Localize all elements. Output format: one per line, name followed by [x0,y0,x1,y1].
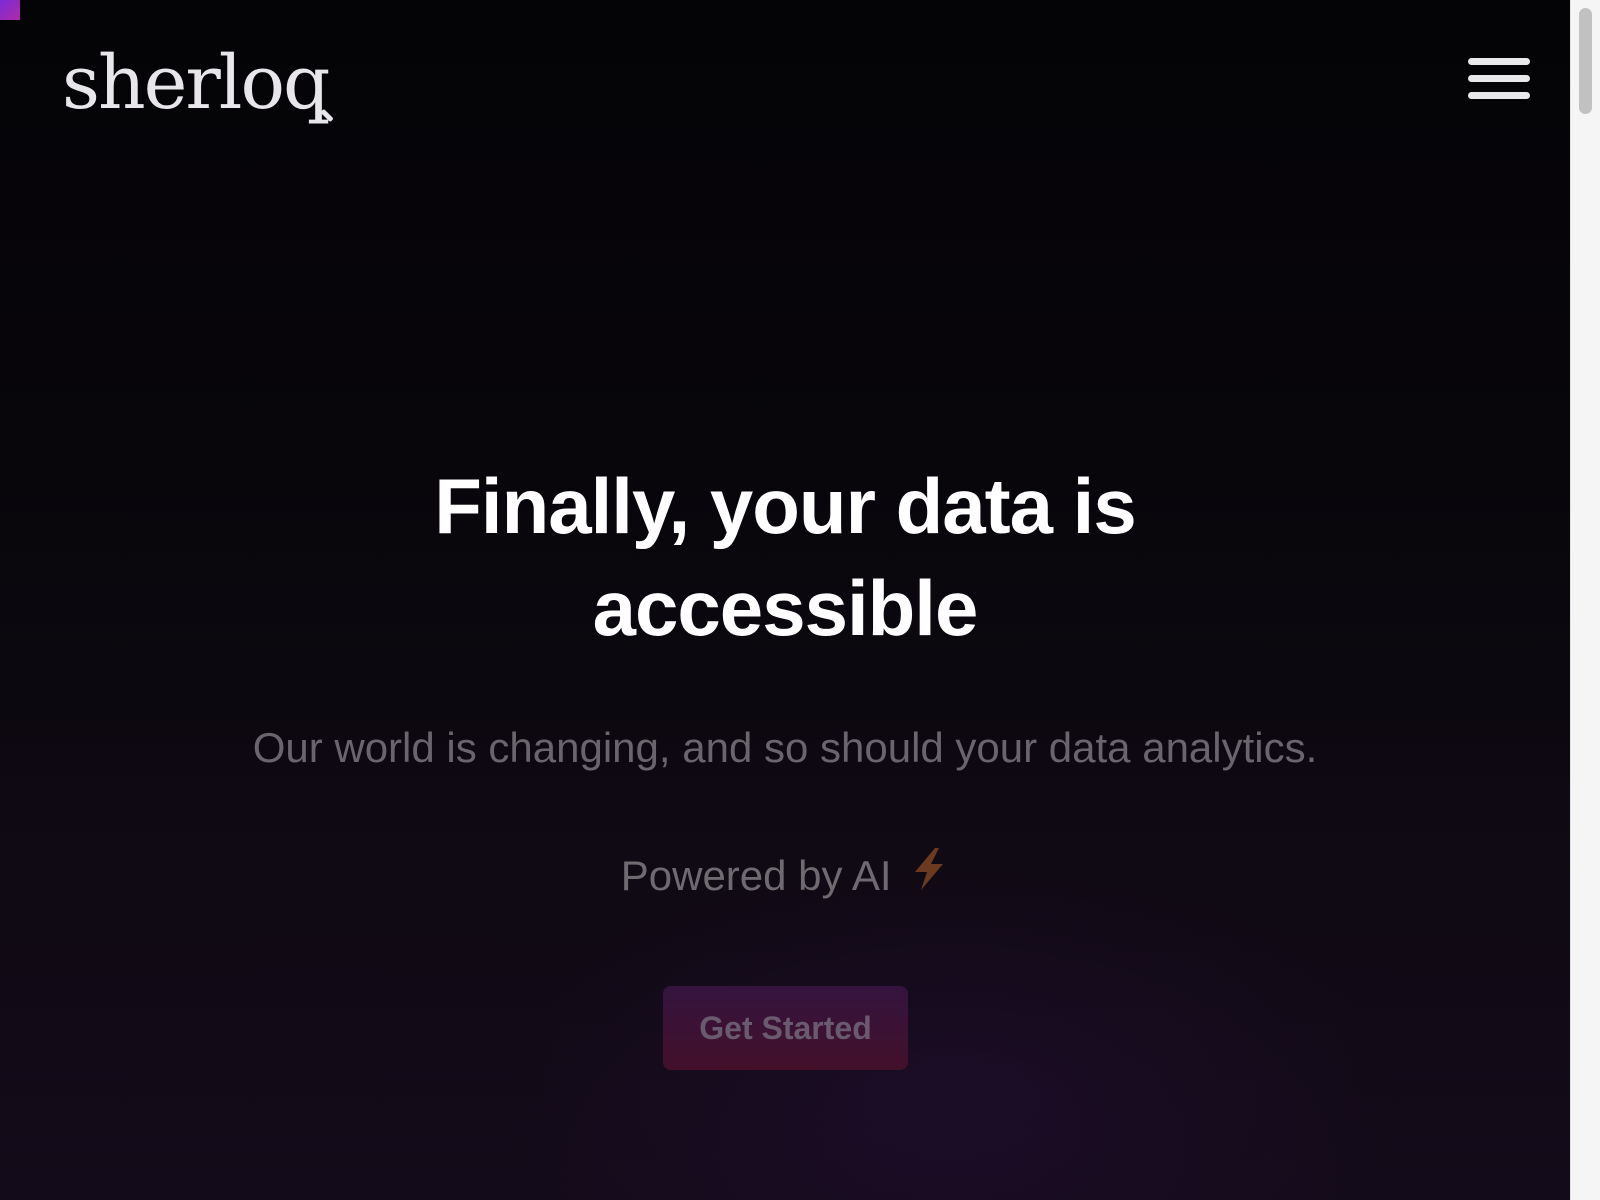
lightning-bolt-icon [909,846,949,904]
menu-bar-middle [1468,75,1530,82]
vertical-scrollbar[interactable] [1570,0,1600,1200]
sherloq-logo[interactable]: sherlo q [62,30,335,126]
get-started-button[interactable]: Get Started [663,986,908,1070]
powered-by-text: Powered by AI [620,852,892,899]
hero-title: Finally, your data is accessible [0,455,1570,659]
hero-title-line-2: accessible [592,564,979,652]
menu-bar-top [1468,58,1530,65]
hero-subtitle: Our world is changing, and so should you… [252,724,1318,771]
logo-text: sherlo [62,40,285,126]
scrollbar-thumb[interactable] [1579,8,1592,114]
landing-page: sherlo q Finally, your data is accessible… [0,0,1570,1200]
hero-title-line-1: Finally, your data is [434,462,1136,550]
logo-magnifier-q: q [283,46,335,123]
powered-by-ai: Powered by AI [0,847,1570,904]
menu-bar-bottom [1468,92,1530,99]
corner-accent-mark [0,0,20,20]
hamburger-menu-icon[interactable] [1468,58,1530,104]
